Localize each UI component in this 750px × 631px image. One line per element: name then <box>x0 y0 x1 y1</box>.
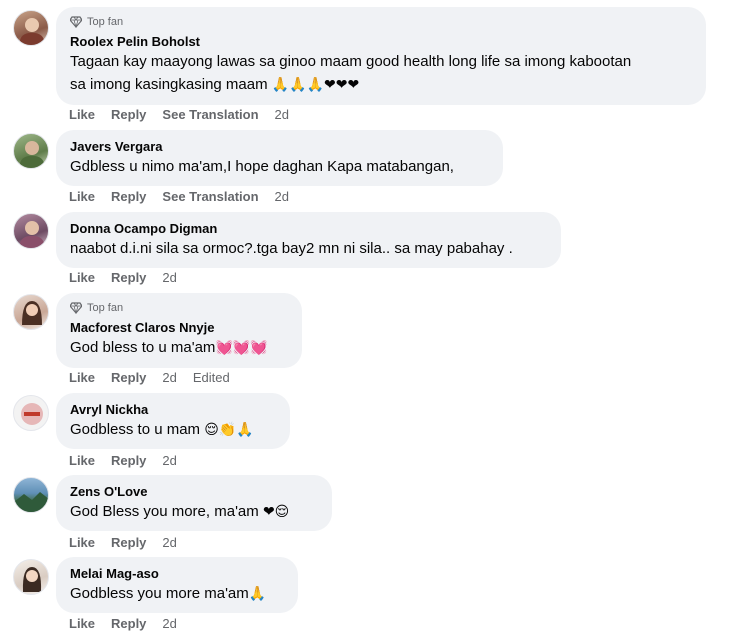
top-fan-badge[interactable]: Top fan <box>70 15 692 29</box>
timestamp[interactable]: 2d <box>162 616 176 631</box>
reply-button[interactable]: Reply <box>111 107 146 122</box>
avatar[interactable] <box>13 477 49 513</box>
avatar[interactable] <box>13 213 49 249</box>
reply-button[interactable]: Reply <box>111 616 146 631</box>
comment-text: Tagaan kay maayong lawas sa ginoo maam g… <box>70 50 692 97</box>
comment-actions: Like Reply 2d Edited <box>69 370 246 385</box>
avatar[interactable] <box>13 133 49 169</box>
comment-actions: Like Reply 2d <box>69 616 193 631</box>
comment-bubble: Avryl Nickha Godbless to u mam 😌👏🙏 <box>56 393 290 449</box>
reply-button[interactable]: Reply <box>111 270 146 285</box>
comment-line-text: God bless to u ma'am <box>70 339 216 356</box>
emoji-group: 😌👏🙏 <box>204 422 254 438</box>
top-fan-badge[interactable]: Top fan <box>70 301 288 315</box>
commenter-name[interactable]: Zens O'Love <box>70 483 318 500</box>
comment-line: sa imong kasingkasing maam 🙏🙏🙏❤❤❤ <box>70 73 692 97</box>
timestamp[interactable]: 2d <box>162 270 176 285</box>
like-button[interactable]: Like <box>69 370 95 385</box>
comment-bubble: Top fan Macforest Claros Nnyje God bless… <box>56 293 302 368</box>
reply-button[interactable]: Reply <box>111 535 146 550</box>
commenter-name[interactable]: Macforest Claros Nnyje <box>70 319 288 336</box>
see-translation-button[interactable]: See Translation <box>162 107 258 122</box>
diamond-icon <box>70 302 82 314</box>
avatar[interactable] <box>13 395 49 431</box>
comment-text: God bless to u ma'am💓💓💓 <box>70 336 288 360</box>
commenter-name[interactable]: Roolex Pelin Boholst <box>70 33 692 50</box>
like-button[interactable]: Like <box>69 189 95 204</box>
commenter-name[interactable]: Avryl Nickha <box>70 401 276 418</box>
avatar-image <box>14 492 48 512</box>
comment-text: Godbless you more ma'am🙏 <box>70 582 284 606</box>
avatar-image <box>20 18 44 45</box>
like-button[interactable]: Like <box>69 107 95 122</box>
timestamp[interactable]: 2d <box>162 453 176 468</box>
comment-actions: Like Reply 2d <box>69 453 193 468</box>
avatar-image <box>20 141 44 168</box>
top-fan-label: Top fan <box>87 302 124 314</box>
avatar[interactable] <box>13 294 49 330</box>
like-button[interactable]: Like <box>69 453 95 468</box>
commenter-name[interactable]: Donna Ocampo Digman <box>70 220 547 237</box>
emoji-group: 💓💓💓 <box>215 340 268 356</box>
comment-line-text: sa imong kasingkasing maam <box>70 76 268 93</box>
emoji-group: 🙏🙏🙏❤❤❤ <box>271 77 360 93</box>
comment-line-text: Godbless to u mam <box>70 421 201 438</box>
comment-bubble: Zens O'Love God Bless you more, ma'am ❤😌 <box>56 475 332 531</box>
comment-actions: Like Reply 2d <box>69 270 193 285</box>
comment-bubble: Javers Vergara Gdbless u nimo ma'am,I ho… <box>56 130 503 186</box>
comment-bubble: Top fan Roolex Pelin Boholst Tagaan kay … <box>56 7 706 105</box>
avatar-image <box>21 403 43 425</box>
avatar-image <box>22 567 42 592</box>
comment-bubble: Donna Ocampo Digman naabot d.i.ni sila s… <box>56 212 561 268</box>
comment-actions: Like Reply 2d <box>69 535 193 550</box>
comment-line-text: God Bless you more, ma'am <box>70 503 259 520</box>
comment-actions: Like Reply See Translation 2d <box>69 107 305 122</box>
comment-actions: Like Reply See Translation 2d <box>69 189 305 204</box>
avatar-image <box>20 221 44 248</box>
comment-text: Godbless to u mam 😌👏🙏 <box>70 418 276 442</box>
timestamp[interactable]: 2d <box>162 370 176 385</box>
timestamp[interactable]: 2d <box>275 107 289 122</box>
diamond-icon <box>70 16 82 28</box>
avatar[interactable] <box>13 10 49 46</box>
comment-line-text: Godbless you more ma'am <box>70 585 249 602</box>
emoji-group: ❤😌 <box>262 504 290 520</box>
see-translation-button[interactable]: See Translation <box>162 189 258 204</box>
edited-label: Edited <box>192 370 230 385</box>
comment-text: Gdbless u nimo ma'am,I hope daghan Kapa … <box>70 158 454 175</box>
comment-bubble: Melai Mag-aso Godbless you more ma'am🙏 <box>56 557 298 613</box>
comment-text: naabot d.i.ni sila sa ormoc?.tga bay2 mn… <box>70 240 513 257</box>
like-button[interactable]: Like <box>69 535 95 550</box>
like-button[interactable]: Like <box>69 616 95 631</box>
emoji-group: 🙏 <box>248 586 267 602</box>
reply-button[interactable]: Reply <box>111 453 146 468</box>
timestamp[interactable]: 2d <box>275 189 289 204</box>
top-fan-label: Top fan <box>87 16 124 28</box>
comment-line: Tagaan kay maayong lawas sa ginoo maam g… <box>70 53 632 70</box>
commenter-name[interactable]: Javers Vergara <box>70 138 489 155</box>
reply-button[interactable]: Reply <box>111 370 146 385</box>
timestamp[interactable]: 2d <box>162 535 176 550</box>
reply-button[interactable]: Reply <box>111 189 146 204</box>
avatar-image <box>22 301 42 325</box>
commenter-name[interactable]: Melai Mag-aso <box>70 565 284 582</box>
comment-text: God Bless you more, ma'am ❤😌 <box>70 500 318 524</box>
like-button[interactable]: Like <box>69 270 95 285</box>
avatar[interactable] <box>13 559 49 595</box>
